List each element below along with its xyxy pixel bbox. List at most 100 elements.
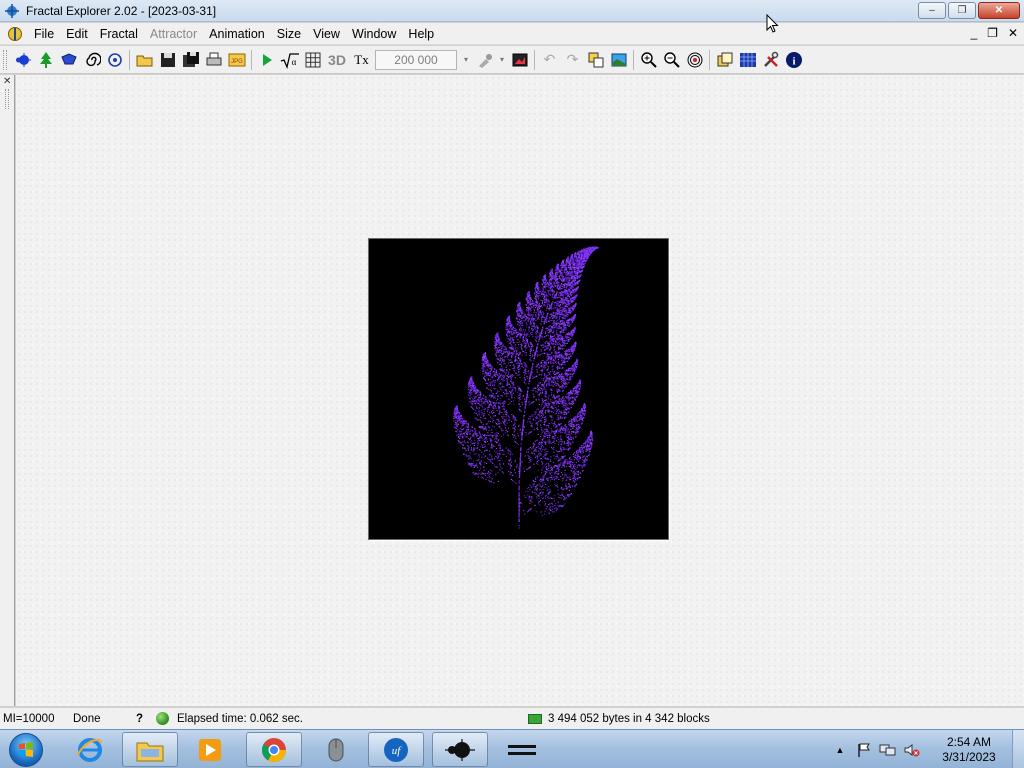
svg-text:α: α: [291, 57, 296, 67]
ifs-icon[interactable]: [57, 49, 80, 71]
system-tray: ▲ 2:54 AM 3/31/2023: [828, 730, 1024, 768]
fractal-canvas[interactable]: [368, 238, 669, 540]
target-icon[interactable]: [103, 49, 126, 71]
menu-fractal[interactable]: Fractal: [94, 23, 144, 45]
memory-icon: [528, 713, 542, 724]
status-mi: MI=10000: [3, 713, 55, 725]
menu-lines-icon[interactable]: [494, 732, 550, 767]
status-bar: MI=10000 Done ? Elapsed time: 0.062 sec.…: [0, 707, 1024, 729]
document-icon[interactable]: [6, 25, 24, 43]
volume-muted-icon[interactable]: [902, 740, 922, 760]
grid-icon[interactable]: [301, 49, 324, 71]
menu-size[interactable]: Size: [271, 23, 307, 45]
taskbar: uf ▲ 2:54 AM 3/31/2023: [0, 729, 1024, 768]
zoom-target-icon[interactable]: [683, 49, 706, 71]
print-icon[interactable]: [202, 49, 225, 71]
mdi-workspace: [16, 75, 1024, 706]
status-elapsed: Elapsed time: 0.062 sec.: [156, 708, 303, 730]
zoom-out-icon[interactable]: [660, 49, 683, 71]
media-player-icon[interactable]: [182, 732, 238, 767]
menu-edit[interactable]: Edit: [60, 23, 94, 45]
menu-view[interactable]: View: [307, 23, 346, 45]
fern-fractal-image: [369, 239, 668, 539]
spiral-icon[interactable]: [80, 49, 103, 71]
action-center-flag-icon[interactable]: [854, 740, 874, 760]
fractal-explorer-icon[interactable]: [432, 732, 488, 767]
window-title: Fractal Explorer 2.02 - [2023-03-31]: [26, 3, 217, 18]
clock-time: 2:54 AM: [946, 734, 992, 749]
menu-bar: File Edit Fractal Attractor Animation Si…: [0, 23, 1024, 45]
picture-icon[interactable]: [508, 49, 531, 71]
network-icon[interactable]: [878, 740, 898, 760]
redo-icon[interactable]: ↷: [561, 49, 584, 71]
child-close-icon[interactable]: ✕: [1008, 26, 1018, 40]
zoom-in-icon[interactable]: [637, 49, 660, 71]
toolbar-separator: [534, 49, 535, 70]
mouse-icon[interactable]: [308, 732, 364, 767]
start-button[interactable]: [3, 731, 49, 768]
sqrt-icon[interactable]: α: [278, 49, 301, 71]
show-desktop-button[interactable]: [1012, 730, 1024, 768]
close-icon: ✕: [994, 5, 1004, 16]
image-window-icon[interactable]: [607, 49, 630, 71]
minimize-icon: –: [929, 5, 935, 16]
restore-icon: ❐: [957, 5, 967, 16]
toolbar-grip[interactable]: [3, 49, 7, 70]
fern-tree-icon[interactable]: [34, 49, 57, 71]
toolbar-separator: [709, 49, 710, 70]
memory-text: 3 494 052 bytes in 4 342 blocks: [548, 713, 710, 725]
menu-attractor[interactable]: Attractor: [144, 23, 203, 45]
iterations-field[interactable]: 200 000: [375, 49, 457, 70]
file-explorer-icon[interactable]: [122, 732, 178, 767]
save-icon[interactable]: [156, 49, 179, 71]
menu-window[interactable]: Window: [346, 23, 402, 45]
dock-grip[interactable]: [5, 89, 9, 109]
side-dock-strip: ✕: [0, 75, 15, 706]
info-icon[interactable]: i: [782, 49, 805, 71]
copy-window-icon[interactable]: [584, 49, 607, 71]
status-state: Done: [73, 713, 101, 725]
brush-icon[interactable]: [473, 49, 496, 71]
show-hidden-icons[interactable]: ▲: [830, 740, 850, 760]
title-bar: Fractal Explorer 2.02 - [2023-03-31] – ❐…: [0, 0, 1024, 22]
elapsed-text: Elapsed time: 0.062 sec.: [177, 713, 303, 725]
ultra-fractal-icon[interactable]: uf: [368, 732, 424, 767]
tools-icon[interactable]: [759, 49, 782, 71]
internet-explorer-icon[interactable]: [62, 732, 118, 767]
3d-button[interactable]: 3D: [324, 49, 350, 71]
dock-close-icon[interactable]: ✕: [3, 76, 11, 87]
play-icon[interactable]: [255, 49, 278, 71]
app-logo-icon: [4, 3, 20, 19]
minimize-button[interactable]: –: [918, 2, 946, 19]
undo-icon[interactable]: ↶: [538, 49, 561, 71]
toolbar: JPG α 3D Tx 200 000 ▾ ▾ ↶ ↷ i: [0, 46, 1024, 74]
mouse-cursor-icon: [766, 14, 779, 33]
status-help[interactable]: ?: [136, 708, 143, 730]
chrome-icon[interactable]: [246, 732, 302, 767]
menu-help[interactable]: Help: [402, 23, 440, 45]
menu-animation[interactable]: Animation: [203, 23, 271, 45]
windows-logo-icon: [9, 732, 43, 767]
palette-grid-icon[interactable]: [736, 49, 759, 71]
clock[interactable]: 2:54 AM 3/31/2023: [930, 735, 1008, 765]
mandelbrot-icon[interactable]: [11, 49, 34, 71]
toolbar-separator: [129, 49, 130, 70]
jpg-icon[interactable]: JPG: [225, 49, 248, 71]
status-indicator-icon: [156, 712, 169, 726]
save-all-icon[interactable]: [179, 49, 202, 71]
child-restore-icon[interactable]: ❐: [987, 26, 998, 40]
layers-icon[interactable]: [713, 49, 736, 71]
child-minimize-icon[interactable]: _: [970, 26, 977, 40]
svg-text:JPG: JPG: [231, 59, 243, 65]
menu-file[interactable]: File: [28, 23, 60, 45]
iterations-dropdown-icon[interactable]: ▾: [459, 49, 473, 71]
open-icon[interactable]: [133, 49, 156, 71]
texture-button[interactable]: Tx: [350, 49, 373, 71]
status-memory: 3 494 052 bytes in 4 342 blocks: [528, 708, 710, 730]
restore-button[interactable]: ❐: [948, 2, 976, 19]
toolbar-separator: [633, 49, 634, 70]
clock-date: 3/31/2023: [942, 749, 996, 764]
brush-dropdown-icon[interactable]: ▾: [496, 49, 508, 71]
close-button[interactable]: ✕: [978, 2, 1020, 19]
svg-text:i: i: [792, 55, 795, 67]
